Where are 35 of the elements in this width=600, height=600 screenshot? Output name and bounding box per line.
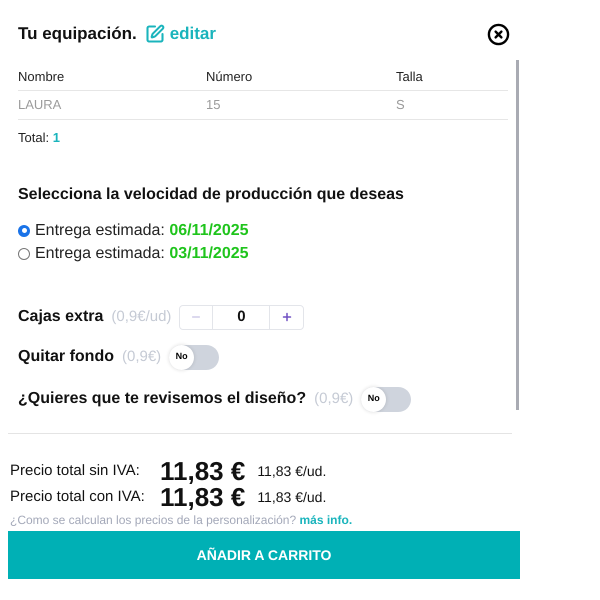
unit-price: 11,83 €/ud. [257,488,326,506]
table-cell-text: S [396,96,406,114]
total-price: 11,83 € [160,484,246,510]
column-header: Número [206,68,254,86]
table-cell-text: LAURA [18,96,62,114]
option-price: (0,9€) [122,346,162,367]
section-heading: Selecciona la velocidad de producción que deseas [18,185,404,205]
option-label: Cajas extra [18,307,104,327]
price-label: Precio total sin IVA: [10,460,141,481]
column-header: Talla [396,68,424,86]
toggle-knob: No [169,344,194,370]
delivery-estimate-text: Entrega estimada: 06/11/2025 [35,220,249,240]
radio-button[interactable] [18,224,30,236]
option-label: ¿Quieres que te revisemos el diseño? [18,389,306,409]
scrollbar[interactable] [516,60,519,410]
toggle-knob: No [361,386,386,412]
price-label: Precio total con IVA: [10,486,146,507]
total-count-text: Total: 1 [18,129,60,148]
column-header: Nombre [18,68,66,86]
unit-price: 11,83 €/ud. [257,462,326,480]
radio-button[interactable] [18,248,30,260]
option-label: Quitar fondo [18,347,114,367]
total-price: 11,83 € [160,458,246,484]
plus-icon [280,311,293,323]
table-cell-text: 15 [206,96,222,114]
option-price: (0,9€) [314,388,354,409]
quantity-field[interactable]: 0 [213,306,270,328]
option-price: (0,9€/ud) [111,306,172,327]
pricing-info-text: ¿Como se calculan los precios de la personalización? más info. [10,512,352,529]
toggle-switch[interactable]: No [169,344,220,370]
delivery-estimate-text: Entrega estimada: 03/11/2025 [35,244,249,264]
panel-title: Tu equipación. [18,23,137,46]
edit-icon [144,24,165,44]
close-icon[interactable] [487,22,510,46]
toggle-switch[interactable]: No [361,386,412,412]
